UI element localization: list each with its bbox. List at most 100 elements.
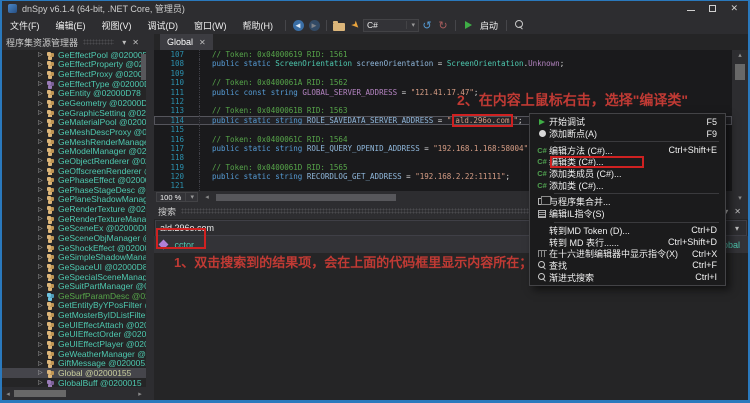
editor-vertical-scrollbar[interactable]: ▴ ▾: [732, 50, 748, 203]
tree-item[interactable]: ▷ GeGraphicSetting @020: [2, 108, 146, 118]
tree-item[interactable]: ▷ GeRenderTextureMana: [2, 214, 146, 224]
tree-item[interactable]: ▷ GeShockEffect @02000: [2, 243, 146, 253]
tree-horizontal-scrollbar[interactable]: ◂ ▸: [2, 387, 146, 400]
redo-button[interactable]: ↻: [435, 18, 451, 32]
tree-item[interactable]: ▷ GeEntity @02000D78: [2, 89, 146, 99]
tree-item[interactable]: ▷ GeModelManager @02: [2, 146, 146, 156]
expander-icon[interactable]: ▷: [38, 90, 46, 97]
tree-item[interactable]: ▷ GeRenderTexture @020: [2, 204, 146, 214]
code-line[interactable]: 107 // Token: 0x04000619 RID: 1561: [154, 50, 732, 59]
expander-icon[interactable]: ▷: [38, 283, 46, 290]
context-menu-item[interactable]: 添加断点(A) F9: [530, 128, 725, 140]
context-menu-item[interactable]: C# 编辑方法 (C#)... Ctrl+Shift+E: [530, 144, 725, 156]
expander-icon[interactable]: ▷: [38, 186, 46, 193]
expander-icon[interactable]: ▷: [38, 196, 46, 203]
expander-icon[interactable]: ▷: [38, 369, 46, 376]
tree-item[interactable]: ▷ GeSpecialSceneManage: [2, 272, 146, 282]
expander-icon[interactable]: ▷: [38, 244, 46, 251]
zoom-combobox[interactable]: 100 % ▾: [156, 192, 198, 202]
start-debug-button[interactable]: [460, 18, 476, 32]
expander-icon[interactable]: ▷: [38, 51, 46, 58]
tree-item[interactable]: ▷ GeSurfParamDesc @02: [2, 291, 146, 301]
tree-vertical-scrollbar[interactable]: [141, 50, 146, 110]
start-button-label[interactable]: 启动: [476, 19, 502, 32]
expander-icon[interactable]: ▷: [38, 61, 46, 68]
expander-icon[interactable]: ▷: [38, 312, 46, 319]
expander-icon[interactable]: ▷: [38, 225, 46, 232]
context-menu-item[interactable]: 转到 MD 表行...... Ctrl+Shift+D: [530, 236, 725, 248]
expander-icon[interactable]: ▷: [38, 263, 46, 270]
tree-item[interactable]: ▷ GePhaseStageDesc @0: [2, 185, 146, 195]
navigate-forward-button[interactable]: ►: [306, 18, 322, 32]
tree-item[interactable]: ▷ GlobalBuff @0200015: [2, 378, 146, 387]
tree-item[interactable]: ▷ GePhaseEffect @02000: [2, 175, 146, 185]
close-tab-icon[interactable]: ✕: [199, 38, 206, 47]
language-combobox[interactable]: C# ▾: [363, 19, 419, 32]
close-panel-icon[interactable]: ✕: [129, 38, 142, 47]
minimize-icon[interactable]: [687, 10, 695, 11]
expander-icon[interactable]: ▷: [38, 109, 46, 116]
expander-icon[interactable]: ▷: [38, 80, 46, 87]
expander-icon[interactable]: ▷: [38, 234, 46, 241]
tree-item[interactable]: ▷ GeEffectProperty @020: [2, 60, 146, 70]
open-file-button[interactable]: [331, 18, 347, 32]
tree-item[interactable]: ▷ GetEntityByYPosFilter @: [2, 301, 146, 311]
context-menu-item[interactable]: 开始调试 F5: [530, 116, 725, 128]
tree-item[interactable]: ▷ GeGeometry @02000D7: [2, 98, 146, 108]
tree-item[interactable]: ▷ GeWeatherManager @: [2, 349, 146, 359]
tree-item[interactable]: ▷ GeEffectProxy @020000: [2, 69, 146, 79]
tree-item[interactable]: ▷ GeUIEffectOrder @020: [2, 330, 146, 340]
tree-item[interactable]: ▷ GeObjectRenderer @02: [2, 156, 146, 166]
close-icon[interactable]: ✕: [730, 4, 738, 13]
menubar-item[interactable]: 编辑(E): [48, 17, 94, 34]
expander-icon[interactable]: ▷: [38, 321, 46, 328]
tree-item[interactable]: ▷ GeUIEffectAttach @020: [2, 320, 146, 330]
context-menu-item[interactable]: C# 编辑类 (C#)...: [530, 156, 725, 168]
context-menu-item[interactable]: 转到MD Token (D)... Ctrl+D: [530, 225, 725, 237]
expander-icon[interactable]: ▷: [38, 148, 46, 155]
expander-icon[interactable]: ▷: [38, 157, 46, 164]
expander-icon[interactable]: ▷: [38, 360, 46, 367]
expander-icon[interactable]: ▷: [38, 341, 46, 348]
code-line[interactable]: 108 public static ScreenOrientation scre…: [154, 59, 732, 68]
tab-global[interactable]: Global ✕: [160, 34, 213, 50]
navigate-back-button[interactable]: ◄: [290, 18, 306, 32]
expander-icon[interactable]: ▷: [38, 302, 46, 309]
context-menu-item[interactable]: 查找 Ctrl+F: [530, 260, 725, 272]
expander-icon[interactable]: ▷: [38, 100, 46, 107]
go-to-entrypoint-button[interactable]: ➤: [347, 18, 363, 32]
tree-item[interactable]: ▷ GeUIEffectPlayer @020: [2, 339, 146, 349]
expander-icon[interactable]: ▷: [38, 167, 46, 174]
scrollbar-thumb[interactable]: [216, 194, 396, 201]
expander-icon[interactable]: ▷: [38, 138, 46, 145]
code-line[interactable]: 109: [154, 69, 732, 78]
expander-icon[interactable]: ▷: [38, 350, 46, 357]
close-panel-icon[interactable]: ✕: [731, 207, 744, 216]
expander-icon[interactable]: ▷: [38, 177, 46, 184]
scroll-up-icon[interactable]: ▴: [732, 51, 748, 59]
expander-icon[interactable]: ▷: [38, 71, 46, 78]
tree-item[interactable]: ▷ GeOffscreenRenderer @: [2, 166, 146, 176]
context-menu-item[interactable]: C# 添加类成员 (C#)...: [530, 168, 725, 180]
tree-item[interactable]: ▷ GeSuitPartManager @0: [2, 281, 146, 291]
scroll-right-icon[interactable]: ▸: [134, 390, 146, 398]
expander-icon[interactable]: ▷: [38, 254, 46, 261]
expander-icon[interactable]: ▷: [38, 206, 46, 213]
tree-item[interactable]: ▷ GeMeshRenderManage: [2, 137, 146, 147]
tree-item[interactable]: ▷ GeEffectPool @02000D4: [2, 50, 146, 60]
menubar-item[interactable]: 视图(V): [94, 17, 140, 34]
expander-icon[interactable]: ▷: [38, 119, 46, 126]
tree-item[interactable]: ▷ GiftMessage @0200051: [2, 359, 146, 369]
chevron-down-icon[interactable]: ▾: [119, 38, 129, 47]
menubar-item[interactable]: 调试(D): [140, 17, 187, 34]
tree-item[interactable]: ▷ GeEffectType @02000D: [2, 79, 146, 89]
expander-icon[interactable]: ▷: [38, 273, 46, 280]
scroll-down-icon[interactable]: ▾: [732, 194, 748, 202]
context-menu-item[interactable]: 渐进式搜索 Ctrl+I: [530, 271, 725, 283]
undo-button[interactable]: ↺: [419, 18, 435, 32]
code-line[interactable]: 110 // Token: 0x0400061A RID: 1562: [154, 78, 732, 87]
tree-item[interactable]: ▷ GeSimpleShadowMana: [2, 252, 146, 262]
scroll-left-icon[interactable]: ◂: [2, 390, 14, 398]
scrollbar-thumb[interactable]: [14, 390, 66, 397]
tree-item[interactable]: ▷ GeSpaceUI @02000D81: [2, 262, 146, 272]
